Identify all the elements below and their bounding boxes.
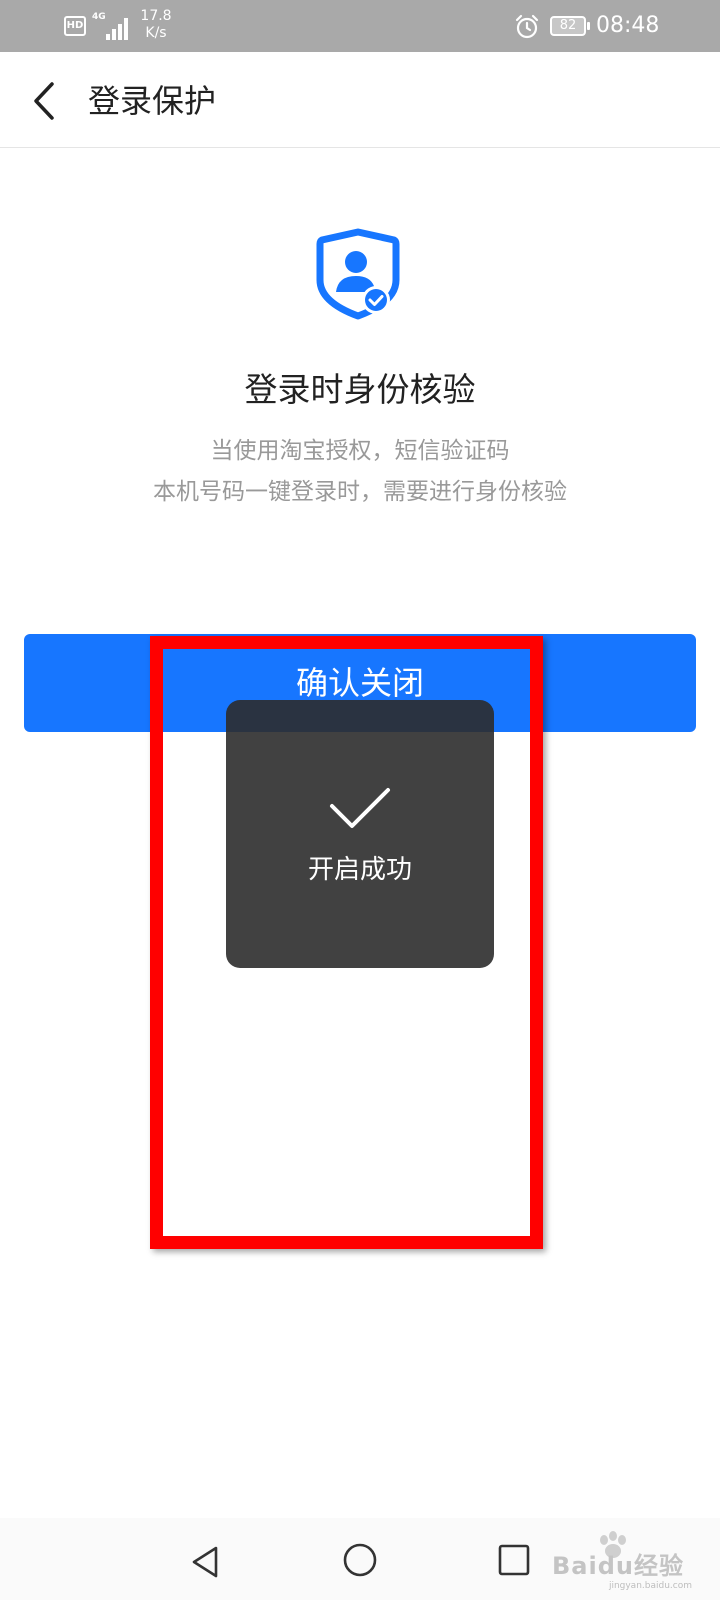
speed-unit: K/s <box>145 25 167 41</box>
network-type: 4G <box>92 12 106 22</box>
watermark-text: Baidu经验 <box>552 1552 684 1580</box>
toast-message: 开启成功 <box>307 855 412 885</box>
clock: 08:48 <box>596 13 660 38</box>
watermark: Baidu经验 jingyan.baidu.com <box>552 1530 692 1591</box>
check-icon <box>330 788 390 828</box>
signal-icon: 4G <box>92 10 130 40</box>
circle-home-icon[interactable] <box>340 1540 380 1580</box>
alarm-icon <box>515 14 539 39</box>
back-button[interactable] <box>24 76 64 126</box>
triangle-back-icon[interactable] <box>186 1542 226 1582</box>
chevron-left-icon <box>34 82 54 120</box>
screen: HD 4G 17.8 K/s 82 08:48 登录保护 登录时身份核验 当使用… <box>0 0 720 1600</box>
square-recents-icon[interactable] <box>496 1542 532 1578</box>
section-title: 登录时身份核验 <box>244 370 476 409</box>
description-line-1: 当使用淘宝授权，短信验证码 <box>210 438 510 464</box>
description-line-2: 本机号码一键登录时，需要进行身份核验 <box>153 479 567 505</box>
battery-level: 82 <box>550 16 590 36</box>
network-speed: 17.8 K/s <box>136 8 176 42</box>
success-toast: 开启成功 <box>226 700 494 968</box>
hd-badge: HD <box>64 16 86 36</box>
app-header: 登录保护 <box>0 52 720 148</box>
status-bar: HD 4G 17.8 K/s 82 08:48 <box>0 0 720 52</box>
speed-value: 17.8 <box>140 8 172 24</box>
shield-user-check-icon <box>316 228 400 320</box>
watermark-subtext: jingyan.baidu.com <box>608 1581 692 1591</box>
page-title: 登录保护 <box>88 82 217 120</box>
